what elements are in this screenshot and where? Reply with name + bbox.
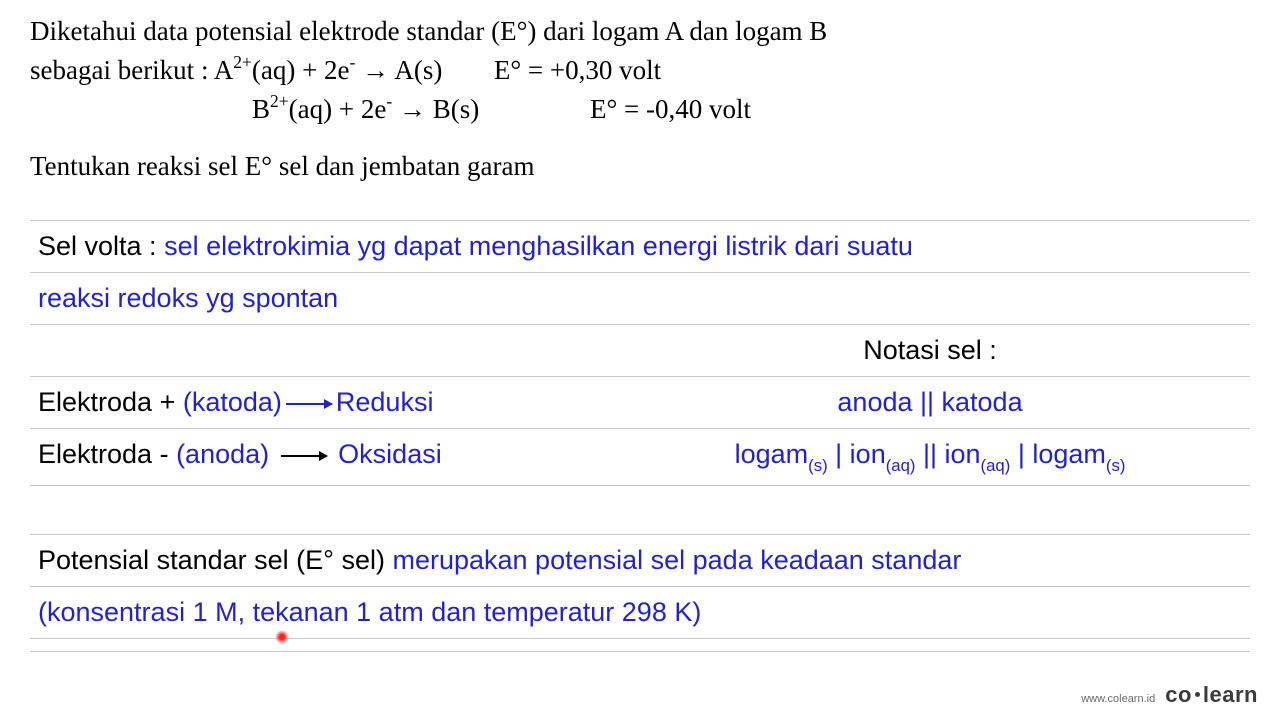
- katoda-label: (katoda): [183, 387, 282, 417]
- row-katoda: Elektroda + (katoda) Reduksi anoda || kat…: [30, 377, 1250, 428]
- potensial-line-1: Potensial standar sel (E° sel) merupakan…: [30, 535, 1250, 586]
- notasi-short: anoda || katoda: [618, 389, 1242, 416]
- arrow-icon: [281, 455, 327, 457]
- problem-line-2: sebagai berikut : A2+(aq) + 2e- → A(s) E…: [30, 51, 1250, 90]
- dot-icon: [1195, 692, 1200, 697]
- brand-name-a: co: [1165, 682, 1192, 707]
- eq-b-lhs: B2+(aq) + 2e- → B(s): [252, 90, 590, 129]
- brand-logo: colearn: [1165, 682, 1258, 708]
- problem-line-1: Diketahui data potensial elektrode stand…: [30, 12, 1250, 51]
- problem-task: Tentukan reaksi sel E° sel dan jembatan …: [30, 147, 1250, 186]
- pot-desc-1: merupakan potensial sel pada keadaan sta…: [392, 545, 961, 575]
- eq-b-rhs: E° = -0,40 volt: [590, 90, 751, 129]
- anoda-label: (anoda): [176, 439, 269, 469]
- elektroda-minus: Elektroda -: [38, 439, 176, 469]
- row-anoda: Elektroda - (anoda) Oksidasi logam(s) | …: [30, 429, 1250, 485]
- arrow-icon: [286, 403, 332, 405]
- row-notasi-title: Notasi sel :: [30, 325, 1250, 376]
- volta-label: Sel volta :: [38, 231, 164, 261]
- problem-line-3: B2+(aq) + 2e- → B(s) E° = -0,40 volt: [252, 90, 1250, 129]
- problem-statement: Diketahui data potensial elektrode stand…: [30, 12, 1250, 187]
- brand-name-b: learn: [1203, 682, 1258, 707]
- volta-line-1: Sel volta : sel elektrokimia yg dapat me…: [30, 221, 1250, 272]
- laser-pointer-icon: [275, 630, 289, 644]
- potensial-line-2: (konsentrasi 1 M, tekanan 1 atm dan temp…: [30, 587, 1250, 638]
- reduksi-label: Reduksi: [336, 387, 434, 417]
- eq-a-lhs: A2+(aq) + 2e- → A(s): [214, 55, 443, 85]
- elektroda-plus: Elektroda +: [38, 387, 183, 417]
- problem-prefix: sebagai berikut :: [30, 55, 214, 85]
- volta-line-2: reaksi redoks yg spontan: [30, 273, 1250, 324]
- notasi-title: Notasi sel :: [618, 337, 1242, 364]
- brand-url: www.colearn.id: [1081, 693, 1155, 705]
- pot-label: Potensial standar sel (E° sel): [38, 545, 392, 575]
- eq-a-rhs: E° = +0,30 volt: [494, 55, 661, 85]
- notes-area: Sel volta : sel elektrokimia yg dapat me…: [30, 220, 1250, 652]
- volta-def-1: sel elektrokimia yg dapat menghasilkan e…: [164, 231, 913, 261]
- brand-footer: www.colearn.id colearn: [1081, 682, 1258, 708]
- oksidasi-label: Oksidasi: [338, 439, 442, 469]
- notasi-long: logam(s) | ion(aq) || ion(aq) | logam(s): [618, 441, 1242, 473]
